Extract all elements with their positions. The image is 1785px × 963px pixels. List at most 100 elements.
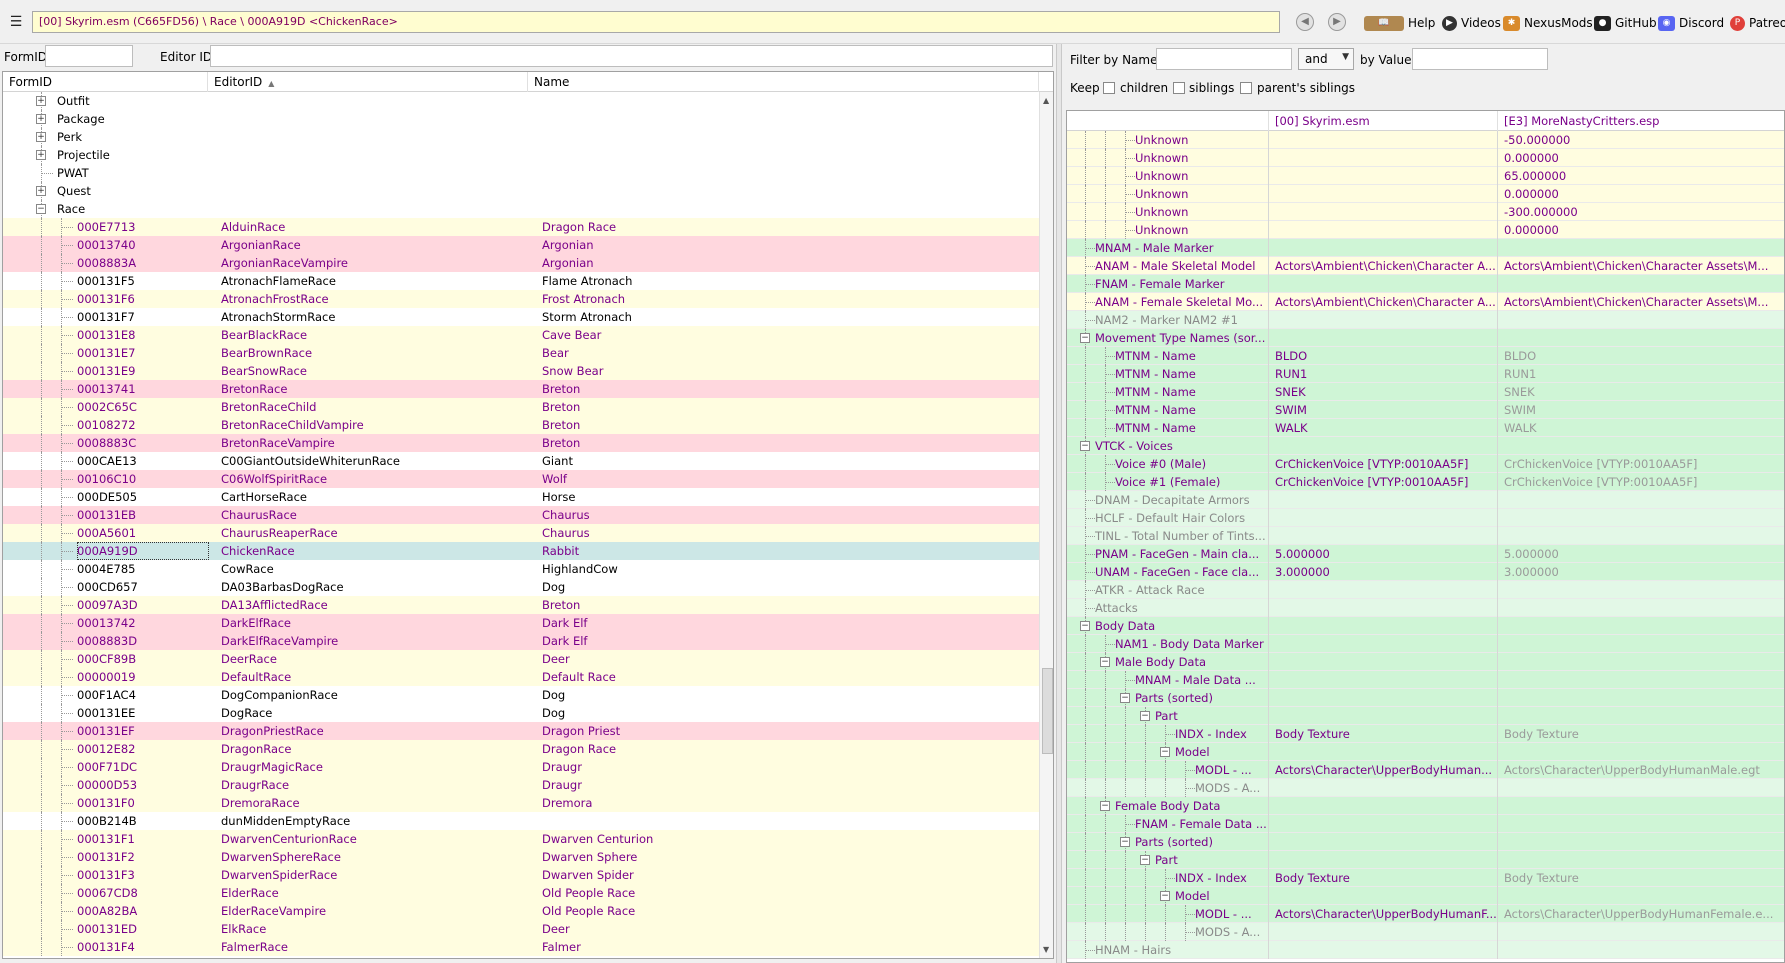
table-row[interactable]: 00000D53 DraugrRace Draugr [3,776,1039,794]
table-row[interactable]: 00013742 DarkElfRace Dark Elf [3,614,1039,632]
collapse-icon[interactable]: − [1120,693,1130,703]
help-link[interactable]: 📖 Help [1364,13,1435,33]
record-element-row[interactable]: − Parts (sorted) [1067,689,1784,707]
table-row[interactable]: 000131F7 AtronachStormRace Storm Atronach [3,308,1039,326]
table-row[interactable]: 000131E8 BearBlackRace Cave Bear [3,326,1039,344]
record-element-row[interactable]: MTNM - Name SWIM SWIM [1067,401,1784,419]
record-element-row[interactable]: NAM1 - Body Data Marker [1067,635,1784,653]
back-icon[interactable]: ◀ [1296,13,1314,31]
column-header-name[interactable]: Name [528,72,1039,92]
collapse-icon[interactable]: − [1080,621,1090,631]
table-row[interactable]: 000131F2 DwarvenSphereRace Dwarven Sphere [3,848,1039,866]
table-row[interactable]: 000F71DC DraugrMagicRace Draugr [3,758,1039,776]
record-element-row[interactable]: FNAM - Female Marker [1067,275,1784,293]
keep-siblings-checkbox[interactable] [1173,82,1185,94]
record-element-row[interactable]: Unknown 0.000000 [1067,149,1784,167]
record-path-field[interactable]: [00] Skyrim.esm (C665FD56) \ Race \ 000A… [32,11,1280,33]
record-element-row[interactable]: HCLF - Default Hair Colors [1067,509,1784,527]
record-element-row[interactable]: Unknown 0.000000 [1067,185,1784,203]
table-row[interactable]: 000131F3 DwarvenSpiderRace Dwarven Spider [3,866,1039,884]
record-element-row[interactable]: − Movement Type Names (sor... [1067,329,1784,347]
record-element-row[interactable]: − Part [1067,851,1784,869]
table-row[interactable]: 000131F0 DremoraRace Dremora [3,794,1039,812]
record-element-row[interactable]: − Part [1067,707,1784,725]
table-row[interactable]: 0008883C BretonRaceVampire Breton [3,434,1039,452]
expand-icon[interactable]: + [36,132,46,142]
record-element-row[interactable]: Unknown 65.000000 [1067,167,1784,185]
record-element-row[interactable]: TINL - Total Number of Tints... [1067,527,1784,545]
tree-group-perk[interactable]: + Perk [3,128,1039,146]
tree-group-race[interactable]: − Race [3,200,1039,218]
table-row[interactable]: 0002C65C BretonRaceChild Breton [3,398,1039,416]
table-row[interactable]: 000131F1 DwarvenCenturionRace Dwarven Cent… [3,830,1039,848]
editorid-filter-input[interactable] [210,45,1053,67]
table-row[interactable]: 00108272 BretonRaceChildVampire Breton [3,416,1039,434]
table-row[interactable]: 00067CD8 ElderRace Old People Race [3,884,1039,902]
table-row[interactable]: 000A82BA ElderRaceVampire Old People Race [3,902,1039,920]
record-element-row[interactable]: HNAM - Hairs [1067,941,1784,959]
record-element-row[interactable]: NAM2 - Marker NAM2 #1 [1067,311,1784,329]
table-row[interactable]: 000A919D ChickenRace Rabbit [3,542,1039,560]
left-vertical-scrollbar[interactable]: ▲ ▼ [1039,92,1053,958]
record-element-row[interactable]: INDX - Index Body Texture Body Texture [1067,725,1784,743]
videos-link[interactable]: ▶ Videos [1442,13,1501,33]
formid-filter-input[interactable] [45,45,133,67]
table-row[interactable]: 0008883D DarkElfRaceVampire Dark Elf [3,632,1039,650]
record-element-row[interactable]: MTNM - Name SNEK SNEK [1067,383,1784,401]
table-row[interactable]: 000B214B dunMiddenEmptyRace [3,812,1039,830]
table-row[interactable]: 000A5601 ChaurusReaperRace Chaurus [3,524,1039,542]
record-element-row[interactable]: ANAM - Female Skeletal Mo... Actors\Ambie… [1067,293,1784,311]
table-row[interactable]: 000131EE DogRace Dog [3,704,1039,722]
nexusmods-link[interactable]: ✱ NexusMods [1503,13,1593,33]
table-row[interactable]: 00106C10 C06WolfSpiritRace Wolf [3,470,1039,488]
tree-group-quest[interactable]: + Quest [3,182,1039,200]
table-row[interactable]: 000CD657 DA03BarbasDogRace Dog [3,578,1039,596]
record-element-row[interactable]: − Model [1067,743,1784,761]
record-element-row[interactable]: − Parts (sorted) [1067,833,1784,851]
record-element-row[interactable]: Unknown -300.000000 [1067,203,1784,221]
record-element-row[interactable]: Unknown 0.000000 [1067,221,1784,239]
column-header-formid[interactable]: FormID [3,72,208,92]
tree-group-pwat[interactable]: PWAT [3,164,1039,182]
record-element-row[interactable]: MODL - ... Actors\Character\UpperBodyHuma… [1067,905,1784,923]
collapse-icon[interactable]: − [1080,441,1090,451]
record-element-row[interactable]: FNAM - Female Data ... [1067,815,1784,833]
record-element-row[interactable]: − VTCK - Voices [1067,437,1784,455]
record-element-row[interactable]: Unknown -50.000000 [1067,131,1784,149]
menu-icon[interactable]: ☰ [8,14,24,30]
table-row[interactable]: 0008883A ArgonianRaceVampire Argonian [3,254,1039,272]
table-row[interactable]: 000E7713 AlduinRace Dragon Race [3,218,1039,236]
forward-icon[interactable]: ▶ [1328,13,1346,31]
patreon-link[interactable]: P Patreo [1730,13,1785,33]
table-row[interactable]: 00013740 ArgonianRace Argonian [3,236,1039,254]
record-element-row[interactable]: PNAM - FaceGen - Main cla... 5.000000 5.00… [1067,545,1784,563]
table-row[interactable]: 000131F6 AtronachFrostRace Frost Atronach [3,290,1039,308]
record-element-row[interactable]: Voice #0 (Male) CrChickenVoice [VTYP:0010… [1067,455,1784,473]
record-element-row[interactable]: − Body Data [1067,617,1784,635]
github-link[interactable]: ● GitHub [1594,13,1657,33]
collapse-icon[interactable]: − [1100,657,1110,667]
record-element-row[interactable]: MTNM - Name RUN1 RUN1 [1067,365,1784,383]
expand-icon[interactable]: + [36,150,46,160]
tree-group-outfit[interactable]: + Outfit [3,92,1039,110]
collapse-icon[interactable]: − [36,204,46,214]
collapse-icon[interactable]: − [1140,855,1150,865]
record-element-row[interactable]: MNAM - Male Marker [1067,239,1784,257]
record-element-row[interactable]: MNAM - Male Data ... [1067,671,1784,689]
table-row[interactable]: 000131F4 FalmerRace Falmer [3,938,1039,956]
filter-name-input[interactable] [1156,48,1292,70]
table-row[interactable]: 00012E82 DragonRace Dragon Race [3,740,1039,758]
expand-icon[interactable]: + [36,114,46,124]
table-row[interactable]: 00013741 BretonRace Breton [3,380,1039,398]
table-row[interactable]: 000CF89B DeerRace Deer [3,650,1039,668]
expand-icon[interactable]: + [36,186,46,196]
record-element-row[interactable]: MTNM - Name BLDO BLDO [1067,347,1784,365]
table-row[interactable]: 00000019 DefaultRace Default Race [3,668,1039,686]
scroll-down-icon[interactable]: ▼ [1043,945,1049,954]
scroll-up-icon[interactable]: ▲ [1043,96,1049,105]
table-row[interactable]: 000F1AC4 DogCompanionRace Dog [3,686,1039,704]
table-row[interactable]: 000CAE13 C00GiantOutsideWhiterunRace Giant [3,452,1039,470]
column-header-editorid[interactable]: EditorID ▲ [208,72,528,92]
discord-link[interactable]: ◉ Discord [1658,13,1724,33]
record-element-row[interactable]: DNAM - Decapitate Armors [1067,491,1784,509]
